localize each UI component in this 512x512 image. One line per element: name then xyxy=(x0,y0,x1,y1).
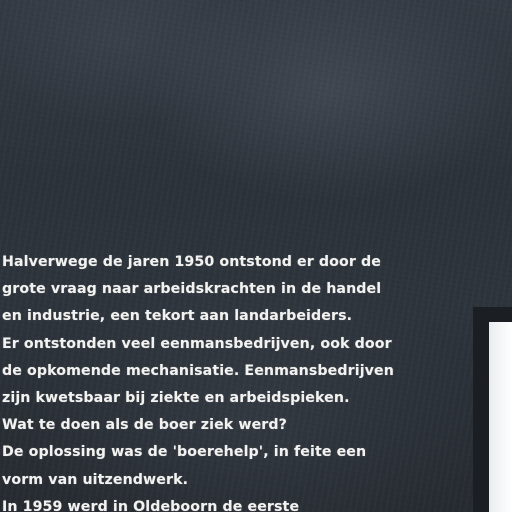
text-line: en industrie, een tekort aan landarbeide… xyxy=(2,308,353,325)
history-text: Halverwege de jaren 1950 ontstond er doo… xyxy=(2,249,402,512)
text-line: Wat te doen als de boer ziek werd? xyxy=(2,417,287,434)
text-line: zijn kwetsbaar bij ziekte en arbeidspiek… xyxy=(2,389,350,406)
information-board: Halverwege de jaren 1950 ontstond er doo… xyxy=(0,0,512,512)
text-line: De oplossing was de 'boerehelp', in feit… xyxy=(2,444,367,461)
text-line: Er ontstonden veel eenmansbedrijven, ook… xyxy=(2,335,392,352)
text-line: In 1959 werd in Oldeboorn de eerste xyxy=(2,498,300,512)
photo-sheet xyxy=(489,322,512,512)
text-line: de opkomende mechanisatie. Eenmansbedrij… xyxy=(2,362,394,379)
text-line: Halverwege de jaren 1950 ontstond er doo… xyxy=(2,254,381,270)
text-line: vorm van uitzendwerk. xyxy=(2,471,189,488)
text-line: grote vraag naar arbeidskrachten in de h… xyxy=(2,281,382,298)
